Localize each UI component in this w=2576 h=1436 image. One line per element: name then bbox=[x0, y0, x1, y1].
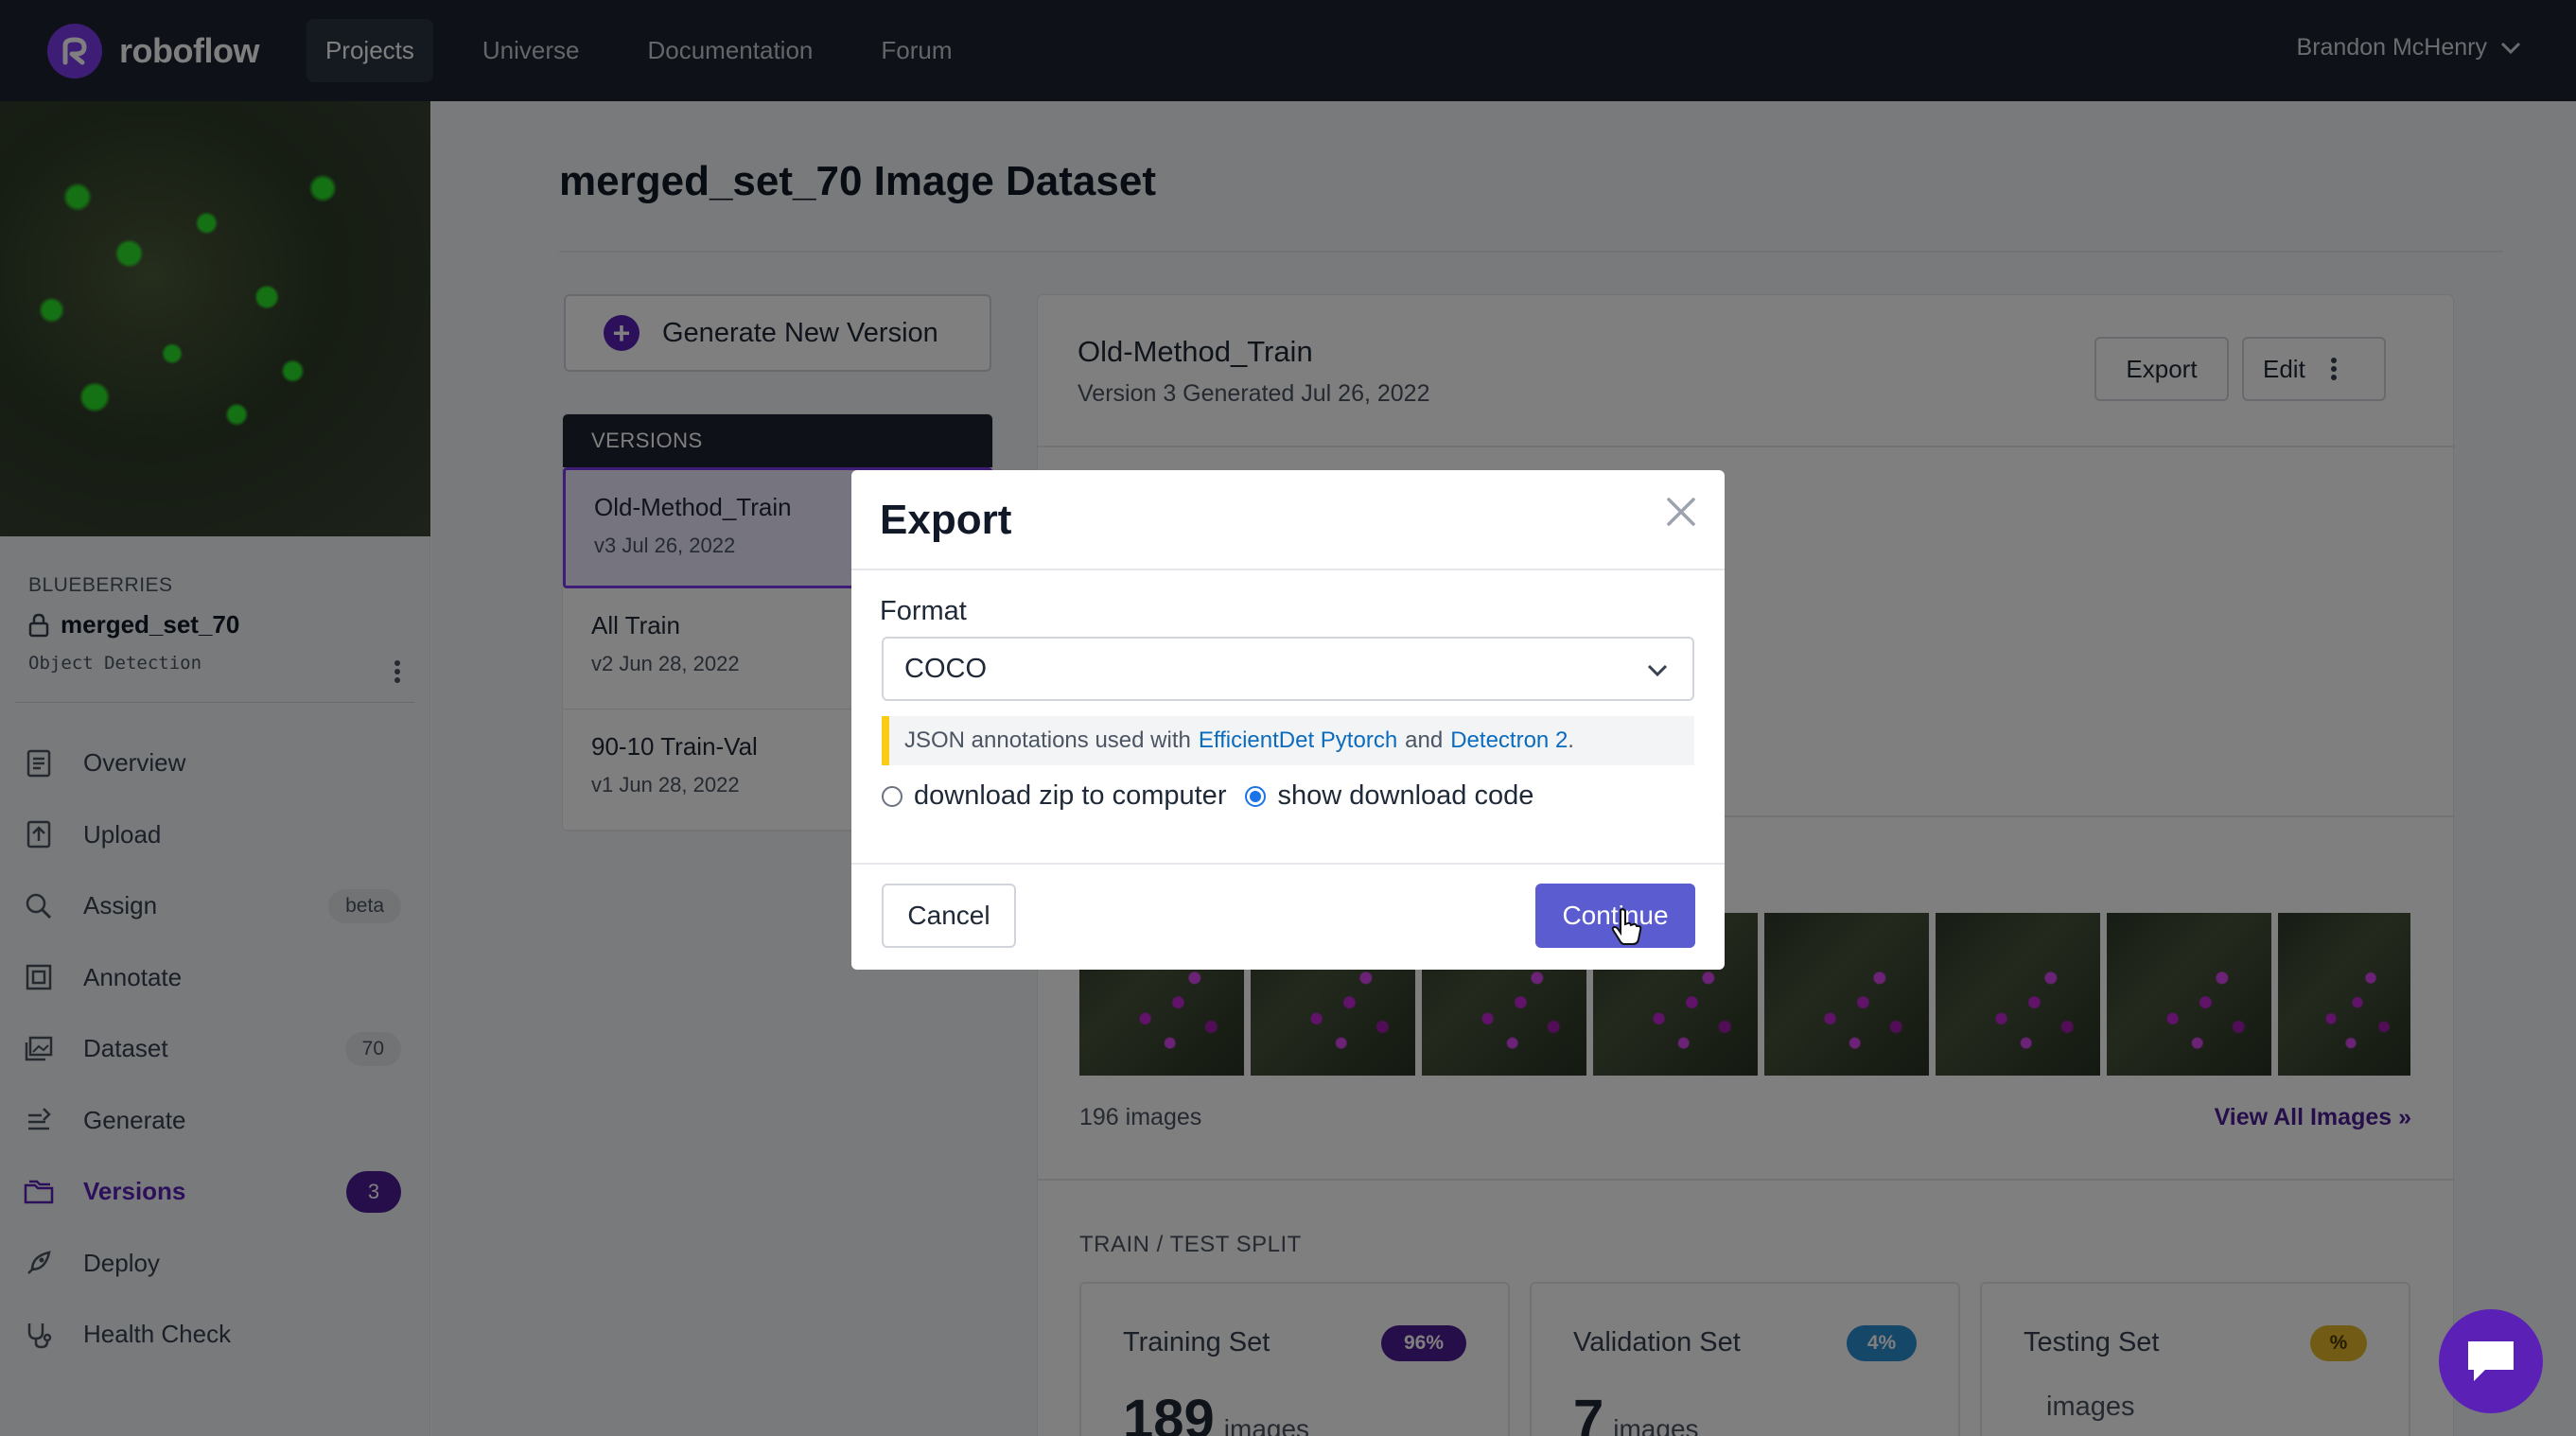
modal-divider bbox=[851, 569, 1725, 570]
show-code-label[interactable]: show download code bbox=[1277, 780, 1533, 812]
download-zip-radio[interactable] bbox=[882, 785, 902, 807]
note-and: and bbox=[1405, 727, 1444, 753]
format-selected-value: COCO bbox=[904, 653, 987, 684]
chevron-down-icon bbox=[1647, 664, 1668, 677]
close-icon[interactable] bbox=[1664, 495, 1698, 534]
download-zip-label[interactable]: download zip to computer bbox=[914, 780, 1226, 812]
chat-support-button[interactable] bbox=[2439, 1309, 2543, 1413]
show-code-radio[interactable] bbox=[1245, 785, 1267, 807]
modal-divider bbox=[851, 863, 1725, 865]
efficientdet-link[interactable]: EfficientDet Pytorch bbox=[1199, 727, 1397, 754]
format-select[interactable]: COCO bbox=[882, 637, 1694, 701]
note-text: JSON annotations used with bbox=[904, 727, 1191, 753]
export-modal: Export Format COCO JSON annotations used… bbox=[851, 470, 1725, 970]
hand-cursor-icon bbox=[1610, 907, 1642, 952]
cancel-button[interactable]: Cancel bbox=[882, 884, 1016, 948]
chat-icon bbox=[2468, 1341, 2514, 1381]
format-label: Format bbox=[880, 596, 967, 626]
modal-title: Export bbox=[880, 497, 1012, 543]
note-suffix: . bbox=[1568, 727, 1574, 753]
detectron-link[interactable]: Detectron 2 bbox=[1450, 727, 1568, 754]
format-description: JSON annotations used with EfficientDet … bbox=[882, 716, 1694, 765]
download-options: download zip to computer show download c… bbox=[882, 780, 1533, 812]
